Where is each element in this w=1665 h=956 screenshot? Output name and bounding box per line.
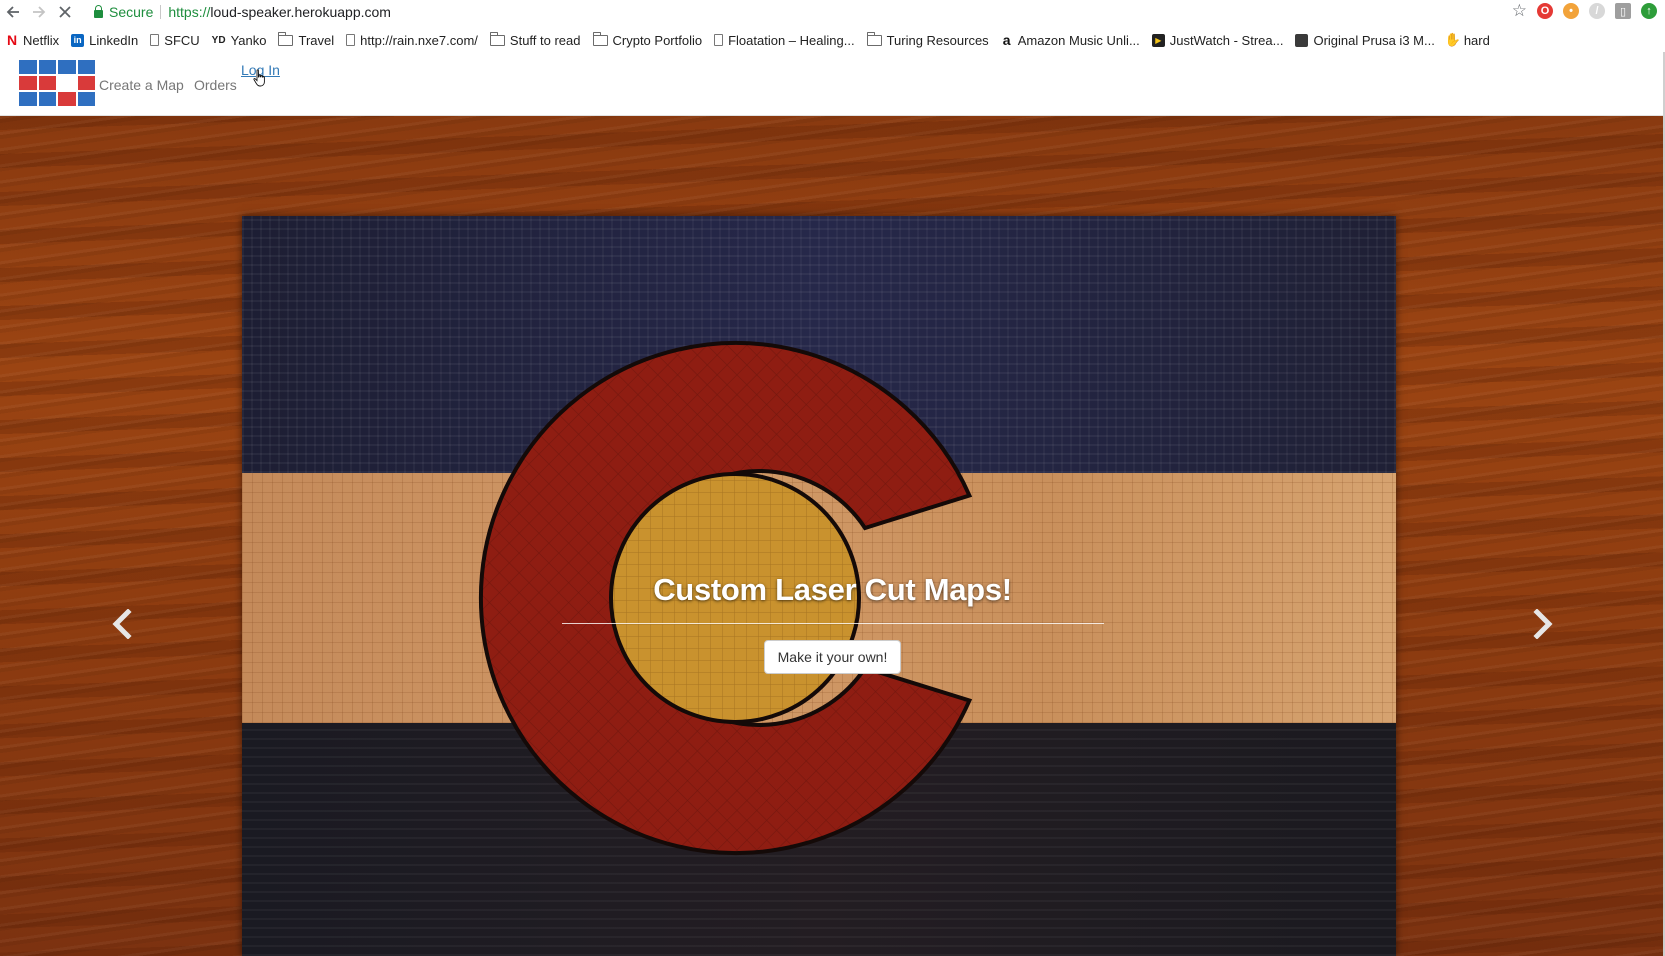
forward-button[interactable]: [26, 0, 52, 24]
bookmark-label: Turing Resources: [886, 32, 989, 48]
bookmark-travel[interactable]: Travel: [278, 31, 335, 48]
bookmark-label: Amazon Music Unli...: [1017, 32, 1140, 48]
carousel-caption: Custom Laser Cut Maps! Make it your own!: [0, 572, 1665, 674]
cookie-extension-icon[interactable]: •: [1563, 3, 1579, 19]
bookmark-crypto-portfolio[interactable]: Crypto Portfolio: [592, 31, 703, 48]
linkedin-icon: in: [71, 33, 85, 47]
update-extension-icon[interactable]: ↑: [1641, 3, 1657, 19]
logo-cell: [77, 92, 95, 106]
bookmark-label: Stuff to read: [509, 32, 581, 48]
nav-create-map-link[interactable]: Create a Map: [99, 77, 184, 93]
hero-carousel: Custom Laser Cut Maps! Make it your own!: [0, 116, 1665, 956]
url-host: loud-speaker.herokuapp.com: [210, 4, 391, 20]
folder-icon: [489, 31, 505, 46]
bookmark-justwatch[interactable]: ▶ JustWatch - Strea...: [1151, 32, 1284, 48]
bookmarks-bar: N Netflix in LinkedIn SFCU YD Yanko Trav…: [0, 28, 1665, 52]
bookmark-hard[interactable]: ✋ hard: [1444, 32, 1490, 48]
site-logo[interactable]: [19, 60, 95, 106]
yd-icon: YD: [211, 34, 226, 46]
bookmark-linkedin[interactable]: in LinkedIn: [71, 33, 138, 48]
opera-extension-icon[interactable]: O: [1537, 3, 1553, 19]
omnibox-divider: [160, 5, 162, 19]
bookmark-label: Netflix: [23, 32, 60, 48]
bookmark-label: Yanko: [230, 32, 267, 48]
logo-cell: [58, 76, 76, 90]
back-button[interactable]: [0, 0, 26, 24]
bookmark-turing-resources[interactable]: Turing Resources: [866, 31, 989, 48]
logo-cell: [19, 92, 37, 106]
reader-extension-icon[interactable]: ▯: [1615, 3, 1631, 19]
hero-title: Custom Laser Cut Maps!: [653, 572, 1012, 607]
netflix-icon: N: [6, 32, 18, 48]
bookmark-label: hard: [1463, 32, 1490, 48]
justwatch-icon: ▶: [1151, 33, 1165, 47]
folder-icon: [278, 31, 294, 46]
page-icon: [714, 34, 724, 46]
folder-icon: [866, 31, 882, 46]
bookmark-yanko[interactable]: YD Yanko: [212, 33, 267, 48]
bookmark-netflix[interactable]: N Netflix: [6, 32, 60, 48]
logo-cell: [58, 92, 76, 106]
logo-cell: [38, 76, 56, 90]
nav-orders-link[interactable]: Orders: [194, 77, 237, 93]
folder-icon: [592, 31, 608, 46]
page-icon: [150, 34, 160, 46]
logo-cell: [77, 76, 95, 90]
pen-extension-icon[interactable]: /: [1589, 3, 1605, 19]
caption-divider: [561, 623, 1104, 624]
bookmark-stuff-to-read[interactable]: Stuff to read: [489, 31, 581, 48]
bookmark-amazon-music[interactable]: a Amazon Music Unli...: [1001, 32, 1140, 48]
url-scheme: https://: [168, 4, 211, 20]
stop-button[interactable]: [52, 0, 78, 24]
logo-cell: [38, 60, 56, 74]
bookmark-label: Crypto Portfolio: [612, 32, 703, 48]
lock-icon: [94, 5, 103, 18]
bookmark-star-icon[interactable]: ☆: [1512, 2, 1527, 19]
secure-label: Secure: [109, 4, 154, 20]
logo-cell: [19, 60, 37, 74]
logo-cell: [77, 60, 95, 74]
bookmark-label: LinkedIn: [89, 32, 139, 48]
hard-icon: ✋: [1444, 32, 1461, 47]
bookmark-label: Original Prusa i3 M...: [1313, 32, 1435, 48]
bookmark-sfcu[interactable]: SFCU: [150, 32, 200, 48]
bookmark-label: Floatation – Healing...: [728, 32, 855, 48]
bookmark-prusa[interactable]: Original Prusa i3 M...: [1295, 32, 1435, 48]
extension-tray: ☆ O • / ▯ ↑: [1512, 2, 1657, 19]
page-icon: [346, 34, 356, 46]
logo-cell: [58, 60, 76, 74]
logo-cell: [19, 76, 37, 90]
amazon-icon: a: [1002, 32, 1011, 48]
hand-cursor-icon: [253, 69, 265, 87]
logo-cell: [38, 92, 56, 106]
prusa-icon: [1295, 33, 1309, 47]
address-bar[interactable]: Secure https://loud-speaker.herokuapp.co…: [86, 1, 1526, 23]
bookmark-label: SFCU: [164, 32, 200, 48]
bookmark-label: http://rain.nxe7.com/: [360, 32, 478, 48]
bookmark-label: JustWatch - Strea...: [1169, 32, 1284, 48]
make-it-your-own-button[interactable]: Make it your own!: [763, 640, 902, 674]
browser-toolbar: Secure https://loud-speaker.herokuapp.co…: [0, 0, 1665, 24]
bookmark-floatation[interactable]: Floatation – Healing...: [714, 32, 855, 48]
site-navbar: Create a Map Orders Log In: [0, 52, 1665, 116]
bookmark-rain[interactable]: http://rain.nxe7.com/: [346, 33, 478, 48]
bookmark-label: Travel: [298, 32, 335, 48]
